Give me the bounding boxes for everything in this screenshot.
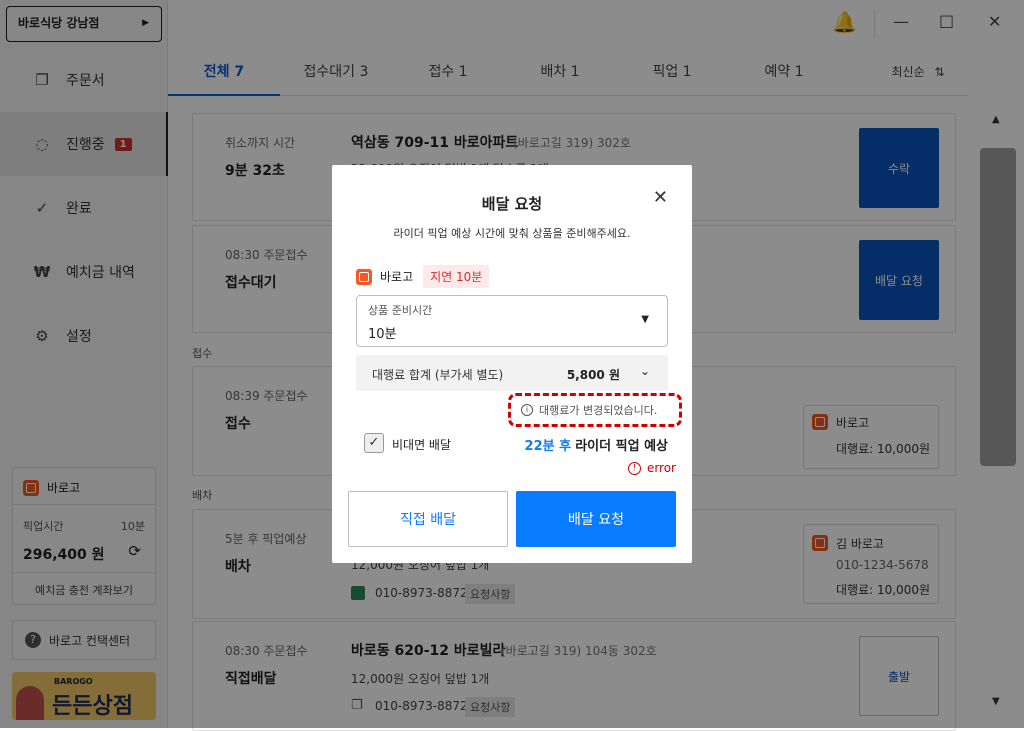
prep-time-label: 상품 준비시간	[368, 304, 433, 317]
eta-highlight: 22분 후	[524, 439, 572, 454]
provider-name: 바로고	[380, 270, 414, 284]
error-text: error	[646, 461, 676, 475]
info-icon: i	[521, 404, 533, 416]
dropdown-arrow-icon: ▼	[641, 314, 649, 325]
fee-summary[interactable]: 대행료 합계 (부가세 별도) 5,800 원 ⌄	[356, 355, 668, 391]
fee-label: 대행료 합계 (부가세 별도)	[372, 368, 504, 382]
pickup-eta: 22분 후 라이더 픽업 예상	[525, 435, 668, 454]
delivery-request-modal: 배달 요청 ✕ 라이더 픽업 예상 시간에 맞춰 상품을 준비해주세요. 바로고…	[332, 165, 692, 563]
direct-delivery-button[interactable]: 직접 배달	[348, 491, 508, 547]
barogo-logo-icon	[356, 268, 372, 285]
close-icon[interactable]: ✕	[653, 187, 668, 208]
fee-value: 5,800 원	[566, 368, 620, 382]
modal-title: 배달 요청	[481, 195, 543, 213]
delay-badge: 지연 10분	[423, 265, 490, 288]
error-message: ! error	[627, 461, 676, 475]
provider-row: 바로고 지연 10분	[356, 265, 490, 288]
notice-text: 대행료가 변경되었습니다.	[539, 404, 658, 417]
contactless-checkbox[interactable]: ✓	[364, 433, 384, 453]
eta-text: 라이더 픽업 예상	[575, 439, 668, 454]
fee-changed-notice: i 대행료가 변경되었습니다.	[508, 393, 682, 427]
error-icon: !	[627, 461, 641, 475]
chevron-down-icon: ⌄	[639, 364, 650, 378]
modal-subtitle: 라이더 픽업 예상 시간에 맞춰 상품을 준비해주세요.	[393, 227, 631, 240]
prep-time-select[interactable]: 상품 준비시간 10분 ▼	[356, 295, 668, 347]
prep-time-value: 10분	[368, 327, 397, 342]
contactless-label: 비대면 배달	[392, 438, 452, 452]
request-delivery-button[interactable]: 배달 요청	[516, 491, 676, 547]
